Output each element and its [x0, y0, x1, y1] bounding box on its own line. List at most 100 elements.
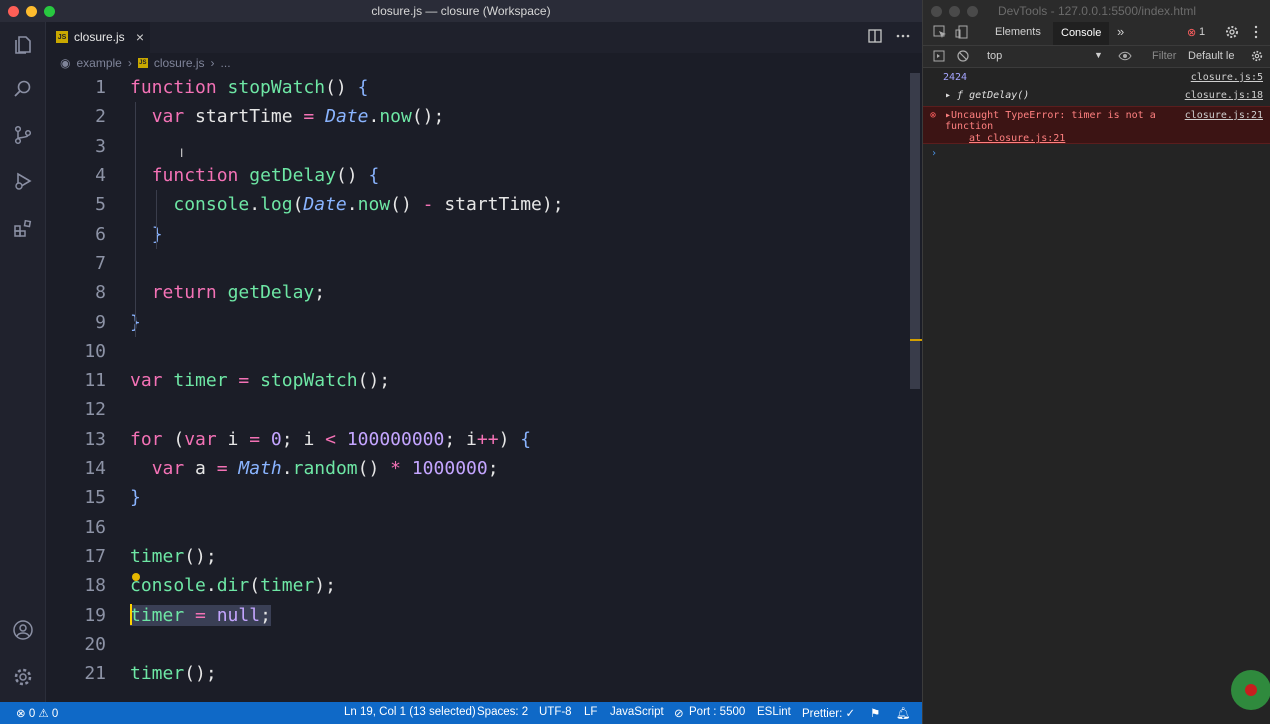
breadcrumb-folder[interactable]: example: [76, 56, 121, 70]
line-number: 19: [84, 604, 106, 626]
line-number: 2: [95, 106, 106, 128]
extensions-icon[interactable]: [10, 215, 36, 241]
clear-console-icon[interactable]: [957, 50, 969, 65]
live-server-port[interactable]: Port : 5500: [689, 706, 745, 718]
indentation[interactable]: Spaces: 2: [477, 706, 528, 718]
line-number: 4: [95, 165, 106, 187]
search-icon[interactable]: [10, 76, 36, 102]
live-expression-eye-icon[interactable]: [1118, 50, 1132, 65]
cursor-position[interactable]: Ln 19, Col 1 (13 selected): [344, 706, 476, 718]
devtools-menu-icon[interactable]: [1253, 25, 1259, 42]
feedback-icon[interactable]: ⚑: [870, 706, 880, 720]
devtools-settings-gear-icon[interactable]: [1225, 25, 1239, 42]
code-line[interactable]: 4 function getDelay() {: [46, 161, 910, 190]
more-tabs-icon[interactable]: »: [1117, 24, 1124, 39]
tab-closure-js[interactable]: JS closure.js ×: [46, 22, 150, 53]
code-line[interactable]: 6 }: [46, 220, 910, 249]
code-line[interactable]: 11 var timer = stopWatch();: [46, 366, 910, 395]
source-link[interactable]: closure.js:18: [1185, 90, 1263, 101]
scrollbar-thumb[interactable]: [910, 73, 920, 389]
dropdown-arrow-icon[interactable]: ▼: [1094, 50, 1103, 60]
console-output[interactable]: 2424 closure.js:5 ▸ ƒ getDelay() closure…: [923, 68, 1270, 724]
error-text[interactable]: ▸Uncaught TypeError: timer is not a func…: [945, 110, 1159, 132]
code-line[interactable]: 21 timer();: [46, 659, 910, 688]
code-line[interactable]: 2 var startTime = Date.now();: [46, 102, 910, 131]
code-line[interactable]: 17 timer();: [46, 542, 910, 571]
line-number: 14: [84, 458, 106, 480]
device-toolbar-icon[interactable]: [955, 25, 969, 42]
source-control-icon[interactable]: [10, 122, 36, 148]
source-link[interactable]: closure.js:21: [1185, 110, 1263, 121]
indent-guide: [135, 102, 136, 337]
filter-input[interactable]: Filter: [1152, 50, 1176, 62]
source-link[interactable]: closure.js:5: [1191, 72, 1263, 83]
line-number: 10: [84, 340, 106, 362]
record-button[interactable]: [1231, 670, 1270, 710]
more-actions-icon[interactable]: [896, 29, 910, 46]
code-text: timer();: [130, 545, 217, 567]
line-number: 15: [84, 487, 106, 509]
account-icon[interactable]: [10, 617, 36, 643]
code-line[interactable]: 19 timer = null;: [46, 600, 910, 629]
console-sidebar-icon[interactable]: [933, 50, 945, 65]
run-debug-icon[interactable]: [10, 168, 36, 194]
notifications-bell-icon[interactable]: 🔔︎: [896, 706, 911, 720]
folder-icon: ◉: [60, 56, 71, 70]
code-text: return getDelay;: [151, 282, 326, 304]
error-count[interactable]: 1: [1199, 26, 1205, 38]
devtools-window: DevTools - 127.0.0.1:5500/index.html Ele…: [922, 0, 1270, 724]
language-mode[interactable]: JavaScript: [610, 706, 664, 718]
code-line[interactable]: 10: [46, 337, 910, 366]
console-prompt[interactable]: ›: [931, 148, 1270, 159]
problems-indicator[interactable]: ⊗ 0 ⚠ 0: [16, 706, 58, 720]
line-number: 5: [95, 194, 106, 216]
breadcrumb-more[interactable]: ...: [221, 56, 231, 70]
explorer-icon[interactable]: [10, 32, 36, 58]
line-ending[interactable]: LF: [584, 706, 597, 718]
eslint-status[interactable]: ESLint: [757, 706, 791, 718]
editor-scrollbar[interactable]: [910, 73, 922, 702]
console-settings-gear-icon[interactable]: [1251, 50, 1263, 65]
code-line[interactable]: 8 return getDelay;: [46, 278, 910, 307]
code-text: var startTime = Date.now();: [151, 106, 445, 128]
prettier-status[interactable]: Prettier: ✓: [802, 706, 855, 720]
code-editor[interactable]: 1 function stopWatch() {2 var startTime =…: [46, 73, 910, 702]
code-line[interactable]: 9}: [46, 307, 910, 336]
code-line[interactable]: 16: [46, 513, 910, 542]
code-text: console.dir(timer);: [130, 575, 336, 597]
breadcrumb-file[interactable]: closure.js: [154, 56, 205, 70]
tab-elements[interactable]: Elements: [995, 26, 1041, 38]
code-line[interactable]: 18 console.dir(timer);: [46, 571, 910, 600]
activity-bar: [0, 22, 46, 702]
error-stack-location[interactable]: at closure.js:21: [969, 133, 1065, 144]
tab-console[interactable]: Console: [1053, 22, 1110, 45]
javascript-file-icon: JS: [137, 58, 148, 68]
code-line[interactable]: 15}: [46, 483, 910, 512]
code-line[interactable]: 14 var a = Math.random() * 1000000;: [46, 454, 910, 483]
tab-label: closure.js: [74, 30, 125, 44]
split-editor-icon[interactable]: [868, 29, 882, 46]
function-object[interactable]: ▸ ƒ getDelay(): [945, 90, 1029, 101]
lightbulb-icon[interactable]: [132, 573, 140, 581]
line-number: 16: [84, 516, 106, 538]
code-line[interactable]: 3: [46, 132, 910, 161]
code-line[interactable]: 7: [46, 249, 910, 278]
code-line[interactable]: 12: [46, 395, 910, 424]
devtools-title: DevTools - 127.0.0.1:5500/index.html: [997, 4, 1197, 18]
close-tab-icon[interactable]: ×: [136, 29, 144, 45]
settings-gear-icon[interactable]: [10, 664, 36, 690]
context-selector[interactable]: top: [987, 50, 1002, 62]
inspect-element-icon[interactable]: [933, 25, 947, 42]
log-value: 2424: [943, 72, 968, 83]
code-line[interactable]: 20: [46, 630, 910, 659]
code-line[interactable]: 13 for (var i = 0; i < 100000000; i++) {: [46, 425, 910, 454]
code-line[interactable]: 5 console.log(Date.now() - startTime);: [46, 190, 910, 219]
error-count-icon[interactable]: ⊗: [1187, 26, 1196, 39]
code-text: for (var i = 0; i < 100000000; i++) {: [130, 428, 532, 450]
mouse-ibeam-cursor: Ι: [180, 146, 184, 160]
indent-guide: [156, 190, 157, 249]
code-line[interactable]: 1 function stopWatch() {: [46, 73, 910, 102]
encoding[interactable]: UTF-8: [539, 706, 572, 718]
log-levels-dropdown[interactable]: Default le: [1188, 50, 1234, 62]
text-selection: timer = null;: [130, 604, 271, 626]
